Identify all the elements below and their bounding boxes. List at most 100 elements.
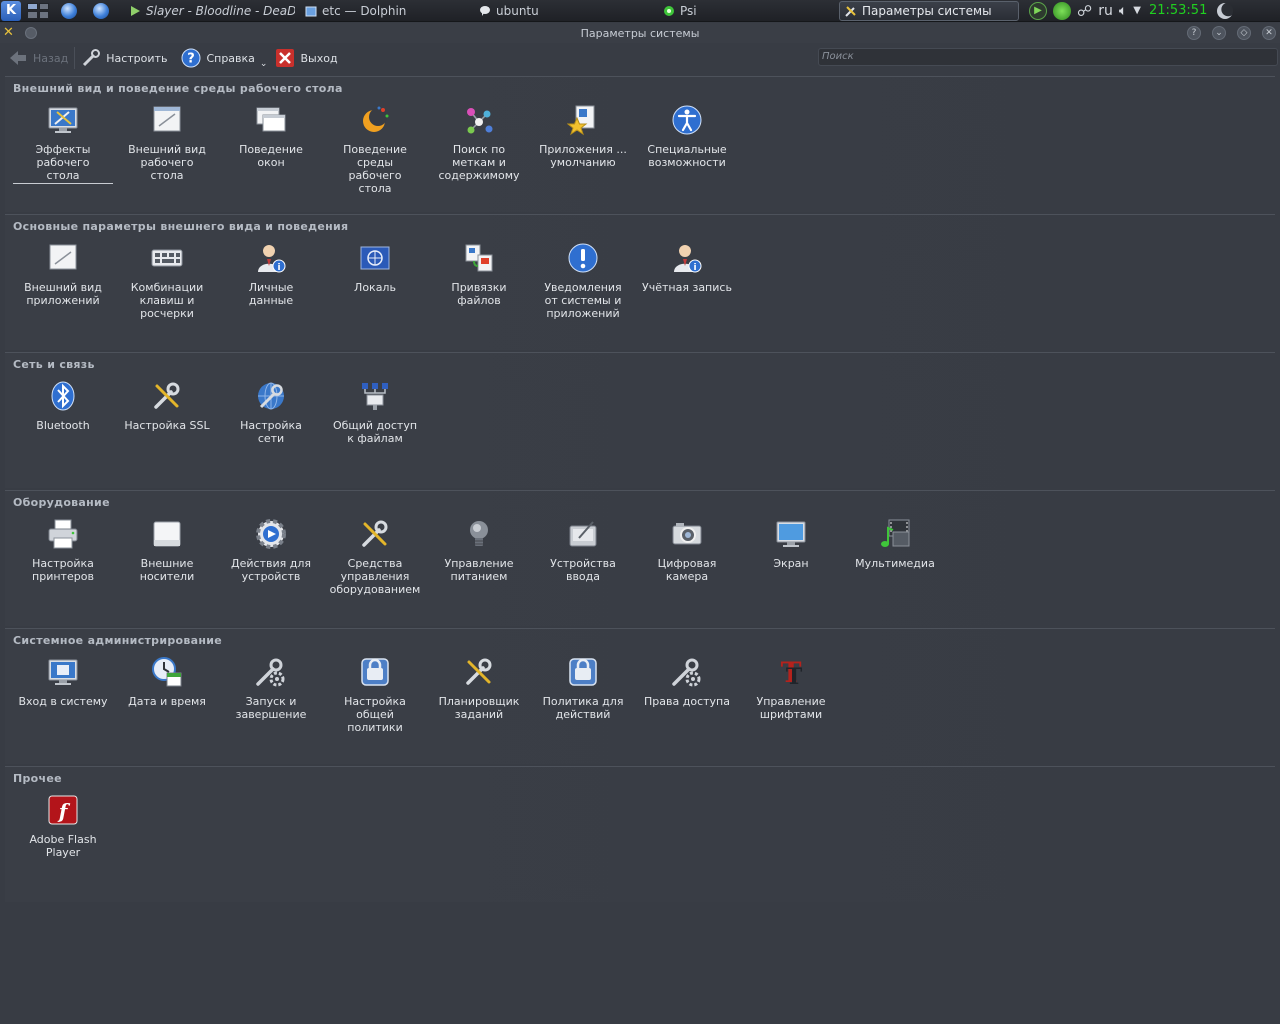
network-settings-icon: [254, 379, 288, 413]
settings-module[interactable]: Поведение среды рабочего стола: [323, 103, 427, 195]
settings-module[interactable]: i Личные данные: [219, 241, 323, 320]
quit-button[interactable]: Выход: [271, 45, 341, 71]
settings-group: Оборудование Настройка принтеров Внешние н…: [5, 490, 1275, 626]
settings-module[interactable]: Внешний вид приложений: [11, 241, 115, 320]
settings-module[interactable]: Устройства ввода: [531, 517, 635, 596]
settings-module[interactable]: Bluetooth: [11, 379, 115, 445]
close-window-button[interactable]: ✕: [1262, 26, 1276, 40]
tray-expand-icon[interactable]: ▼: [1133, 5, 1141, 16]
settings-module[interactable]: Средства управления оборудованием: [323, 517, 427, 596]
module-label: Действия для устройств: [231, 557, 311, 583]
multimedia-icon: [878, 517, 912, 551]
settings-module[interactable]: Цифровая камера: [635, 517, 739, 596]
settings-module[interactable]: Мультимедиа: [843, 517, 947, 596]
settings-module[interactable]: Комбинации клавиш и росчерки: [115, 241, 219, 320]
module-label: Цифровая камера: [657, 557, 717, 583]
psi-tray-icon[interactable]: [1053, 1, 1071, 20]
settings-module[interactable]: Привязки файлов: [427, 241, 531, 320]
module-label: Экран: [773, 557, 809, 570]
configure-label: Настроить: [106, 51, 168, 65]
tools-icon: [845, 5, 856, 17]
globe-launcher-icon[interactable]: [61, 2, 77, 19]
configure-button[interactable]: Настроить: [77, 45, 171, 71]
clock[interactable]: 21:53:51: [1149, 3, 1207, 18]
settings-module[interactable]: Действия для устройств: [219, 517, 323, 596]
group-title: Внешний вид и поведение среды рабочего с…: [13, 82, 343, 95]
module-label: Уведомления от системы и приложений: [544, 281, 622, 320]
module-label: Внешние носители: [139, 557, 195, 583]
camera-icon: [670, 517, 704, 551]
play-icon: [131, 5, 140, 16]
desktop-pager[interactable]: [27, 2, 49, 19]
task-psi[interactable]: Psi: [657, 1, 833, 21]
taskbar: K Slayer - Bloodline - DeaDB etc — Dolph…: [0, 0, 1280, 22]
task-dolphin[interactable]: etc — Dolphin: [299, 1, 473, 21]
dashboard-icon[interactable]: [1217, 2, 1234, 19]
module-label: Настройка общей политики: [344, 695, 406, 734]
settings-module[interactable]: Настройка сети: [219, 379, 323, 445]
minimize-button[interactable]: ⌄: [1212, 26, 1226, 40]
settings-module[interactable]: Внешний вид рабочего стола: [115, 103, 219, 195]
task-label: Параметры системы: [862, 3, 992, 18]
settings-module[interactable]: Специальные возможности: [635, 103, 739, 195]
settings-module[interactable]: i Учётная запись: [635, 241, 739, 320]
settings-module[interactable]: f Adobe Flash Player: [11, 793, 115, 859]
keyboard-layout-indicator[interactable]: ru: [1098, 3, 1113, 19]
task-slayer[interactable]: Slayer - Bloodline - DeaDB: [123, 1, 295, 21]
pager-desktop-1[interactable]: [27, 2, 38, 10]
help-button[interactable]: ? Справка ⌄: [177, 45, 271, 71]
startup-shutdown-icon: [254, 655, 288, 689]
settings-module[interactable]: Вход в систему: [11, 655, 115, 734]
settings-module[interactable]: Настройка принтеров: [11, 517, 115, 596]
group-items: f Adobe Flash Player: [11, 793, 115, 859]
module-label: Устройства ввода: [550, 557, 616, 583]
module-label: Поведение среды рабочего стола: [343, 143, 407, 195]
settings-module[interactable]: Запуск и завершение: [219, 655, 323, 734]
settings-module[interactable]: Настройка SSL: [115, 379, 219, 445]
module-label: Запуск и завершение: [235, 695, 307, 721]
globe-launcher-2-icon[interactable]: [93, 2, 109, 19]
settings-module[interactable]: Поведение окон: [219, 103, 323, 195]
toolbar-separator: [74, 47, 76, 69]
settings-content: Внешний вид и поведение среды рабочего с…: [0, 76, 1280, 1024]
flash-player-icon: f: [46, 793, 80, 827]
settings-module[interactable]: Внешние носители: [115, 517, 219, 596]
media-player-tray-icon[interactable]: ▶: [1029, 1, 1047, 20]
settings-module[interactable]: Поиск по меткам и содержимому: [427, 103, 531, 195]
pager-desktop-4[interactable]: [38, 11, 49, 19]
task-system-settings[interactable]: Параметры системы: [839, 0, 1019, 21]
settings-module[interactable]: Уведомления от системы и приложений: [531, 241, 635, 320]
task-ubuntu[interactable]: ubuntu: [473, 1, 653, 21]
settings-module[interactable]: Дата и время: [115, 655, 219, 734]
kde-menu-icon[interactable]: K: [1, 0, 21, 21]
pager-desktop-2[interactable]: [38, 2, 49, 10]
settings-module[interactable]: Политика для действий: [531, 655, 635, 734]
window-titlebar[interactable]: ✕ Параметры системы ? ⌄ ◇ ✕: [0, 23, 1280, 43]
settings-module[interactable]: Экран: [739, 517, 843, 596]
settings-module[interactable]: Эффекты рабочего стола: [11, 103, 115, 195]
settings-module[interactable]: Локаль: [323, 241, 427, 320]
module-label: Вход в систему: [18, 695, 108, 708]
search-input[interactable]: Поиск: [818, 48, 1278, 66]
settings-module[interactable]: Права доступа: [635, 655, 739, 734]
settings-module[interactable]: Управление питанием: [427, 517, 531, 596]
settings-module[interactable]: Настройка общей политики: [323, 655, 427, 734]
on-all-desktops-icon[interactable]: [25, 27, 37, 39]
main-toolbar: Назад Настроить ? Справка ⌄ Выход Поиск: [0, 43, 1280, 73]
window-app-icon[interactable]: ✕: [3, 26, 17, 40]
task-label: etc — Dolphin: [322, 3, 407, 18]
settings-module[interactable]: Общий доступ к файлам: [323, 379, 427, 445]
maximize-button[interactable]: ◇: [1237, 26, 1251, 40]
account-icon: i: [670, 241, 704, 275]
network-tray-icon[interactable]: ☍: [1077, 2, 1092, 20]
settings-module[interactable]: Планировщик заданий: [427, 655, 531, 734]
module-label: Мультимедиа: [855, 557, 935, 570]
volume-icon[interactable]: 🔈︎: [1119, 3, 1127, 19]
help-window-button[interactable]: ?: [1187, 26, 1201, 40]
pager-desktop-3[interactable]: [27, 11, 38, 19]
settings-module[interactable]: Приложения ... умолчанию: [531, 103, 635, 195]
back-button[interactable]: Назад: [4, 45, 72, 71]
settings-module[interactable]: T T Управление шрифтами: [739, 655, 843, 734]
module-label: Права доступа: [644, 695, 730, 708]
bluetooth-icon: [46, 379, 80, 413]
